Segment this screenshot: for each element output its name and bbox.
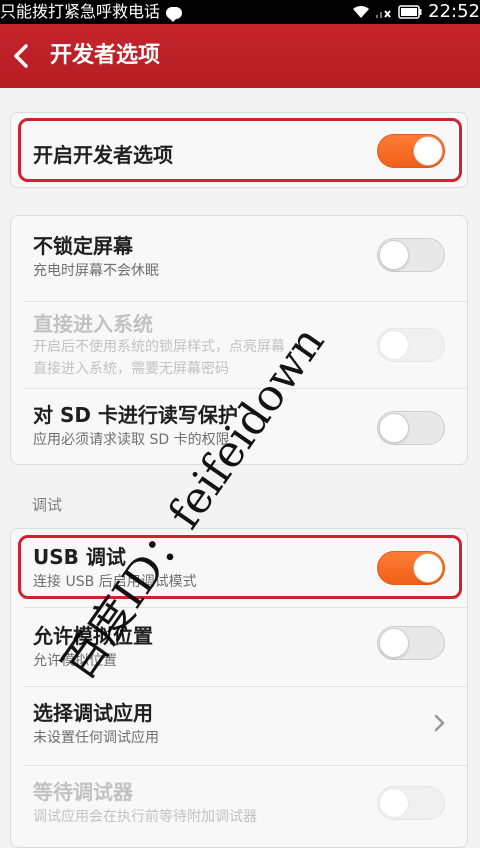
page-title: 开发者选项: [50, 43, 161, 68]
signal-icon: [376, 5, 392, 19]
row-title: 直接进入系统: [33, 312, 153, 336]
developer-options-switch[interactable]: [377, 134, 445, 168]
status-bar: 只能拨打紧急呼救电话 22:52: [0, 0, 480, 24]
switch-knob: [379, 240, 409, 270]
wifi-icon: [352, 5, 370, 19]
no-lock-screen-switch[interactable]: [377, 238, 445, 272]
debug-group: USB 调试 连接 USB 后启用调试模式 允许模拟位置 允许模拟位置 选择调试…: [10, 528, 468, 848]
row-subtitle: 未设置任何调试应用: [33, 730, 159, 746]
chevron-right-icon: [433, 713, 445, 733]
row-no-lock-screen[interactable]: 不锁定屏幕 充电时屏幕不会休眠: [11, 216, 467, 300]
switch-knob: [379, 788, 409, 818]
battery-icon: [398, 5, 422, 19]
switch-knob: [379, 413, 409, 443]
row-title: 等待调试器: [33, 780, 133, 804]
row-title: 选择调试应用: [33, 701, 153, 725]
row-subtitle-line-2: 直接进入系统，需要无屏幕密码: [33, 361, 229, 377]
row-subtitle: 充电时屏幕不会休眠: [33, 263, 159, 279]
switch-knob: [413, 136, 443, 166]
switch-knob: [379, 330, 409, 360]
developer-options-row[interactable]: 开启开发者选项: [11, 113, 467, 189]
switch-knob: [413, 553, 443, 583]
row-title: 不锁定屏幕: [33, 234, 133, 258]
mock-location-switch[interactable]: [377, 626, 445, 660]
developer-toggle-card: 开启开发者选项: [10, 112, 468, 188]
switch-knob: [379, 628, 409, 658]
wait-for-debugger-switch: [377, 786, 445, 820]
row-subtitle-line-1: 开启后不使用系统的锁屏样式，点亮屏幕: [33, 339, 285, 355]
section-header-debug: 调试: [32, 496, 63, 514]
row-usb-debugging[interactable]: USB 调试 连接 USB 后启用调试模式: [11, 529, 467, 607]
row-select-debug-app[interactable]: 选择调试应用 未设置任何调试应用: [11, 687, 467, 765]
app-bar: 开发者选项: [0, 24, 480, 88]
clock: 22:52: [428, 1, 480, 22]
row-title: 开启开发者选项: [33, 143, 173, 167]
sd-write-protect-switch[interactable]: [377, 411, 445, 445]
emergency-call-text: 只能拨打紧急呼救电话: [0, 0, 183, 24]
chevron-left-icon[interactable]: [10, 42, 34, 70]
direct-enter-system-switch: [377, 328, 445, 362]
status-icons: 22:52: [352, 0, 480, 24]
usb-debugging-switch[interactable]: [377, 551, 445, 585]
row-wait-for-debugger: 等待调试器 调试应用会在执行前等待附加调试器: [11, 766, 467, 846]
row-subtitle: 调试应用会在执行前等待附加调试器: [33, 809, 257, 825]
chat-icon: [166, 6, 183, 22]
